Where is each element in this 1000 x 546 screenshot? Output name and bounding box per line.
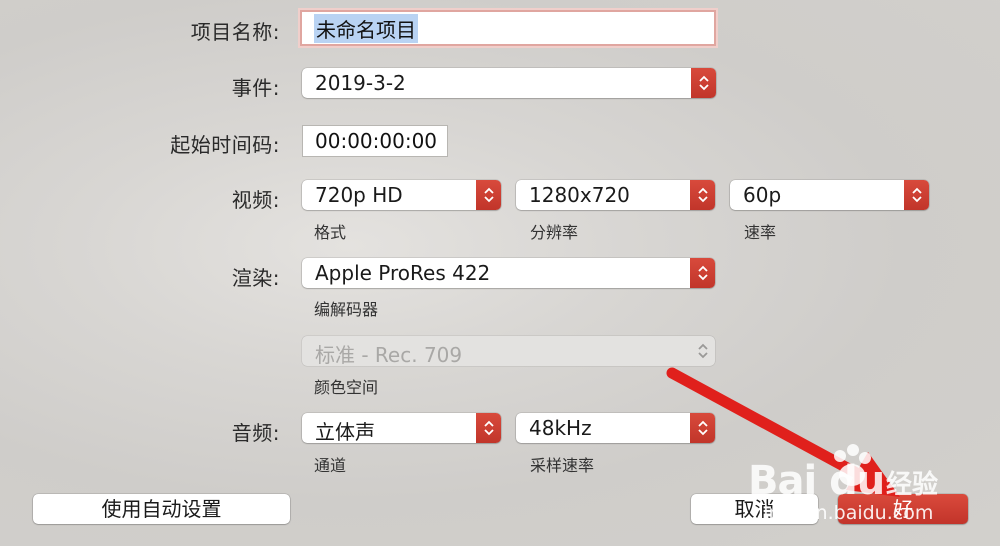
baidu-watermark: Bai du 经验 jingyan.baidu.com bbox=[748, 442, 968, 532]
watermark-brand: 经验 bbox=[886, 470, 939, 500]
watermark-url: jingyan.baidu.com bbox=[758, 502, 934, 524]
paw-icon bbox=[834, 444, 871, 486]
